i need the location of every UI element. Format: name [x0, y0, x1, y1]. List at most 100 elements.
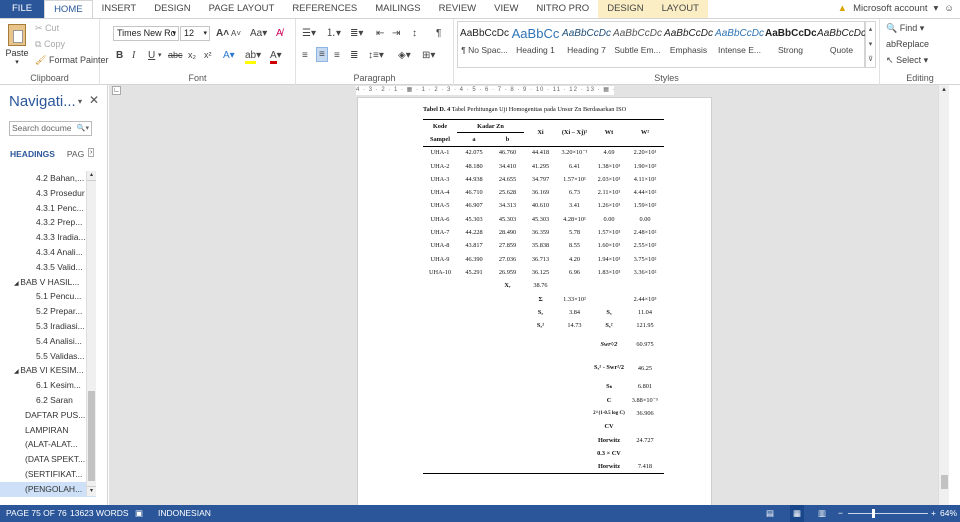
tab-review[interactable]: REVIEW [430, 0, 485, 18]
font-name-select[interactable]: Times New Ro ▾ [113, 26, 179, 41]
account-area[interactable]: ▲ Microsoft account ▾ ☺ [838, 0, 954, 18]
superscript-button[interactable]: x² [204, 49, 212, 62]
nav-heading-item[interactable]: 4.3.5 Valid... [0, 260, 96, 275]
tab-file[interactable]: FILE [0, 0, 45, 18]
subscript-button[interactable]: x₂ [188, 49, 196, 62]
tab-view[interactable]: VIEW [485, 0, 527, 18]
style-strong[interactable]: AaBbCcDc Strong [765, 23, 816, 65]
nav-heading-item[interactable]: 4.3.4 Anali... [0, 245, 96, 260]
shading-icon[interactable]: ◈▾ [398, 49, 411, 62]
tab-design[interactable]: DESIGN [145, 0, 199, 18]
zoom-slider-thumb[interactable] [872, 509, 875, 518]
nav-heading-item[interactable]: LAMPIRAN [0, 423, 96, 438]
text-effects-icon[interactable]: A▾ [223, 49, 235, 62]
font-size-select[interactable]: 12 ▾ [180, 26, 210, 41]
align-left-icon[interactable]: ≡ [302, 49, 308, 62]
zoom-in-icon[interactable]: + [931, 505, 936, 522]
nav-heading-item[interactable]: 5.1 Pencu... [0, 289, 96, 304]
document-page[interactable]: Tabel D. 4 Tabel Perhitungan Uji Homogen… [357, 97, 712, 505]
style-intense-emphasis[interactable]: AaBbCcDc Intense E... [714, 23, 765, 65]
language[interactable]: INDONESIAN [158, 505, 211, 522]
style-emphasis[interactable]: AaBbCcDc Emphasis [663, 23, 714, 65]
scrollbar-thumb[interactable] [941, 475, 948, 489]
zoom-slider[interactable] [848, 509, 928, 518]
shrink-font-button[interactable]: A˅ [231, 27, 241, 40]
nav-heading-item[interactable]: 6.2 Saran [0, 393, 96, 408]
decrease-indent-icon[interactable]: ⇤ [376, 27, 384, 40]
style-heading-7[interactable]: AaBbCcDc Heading 7 [561, 23, 612, 65]
scroll-down-icon[interactable]: ▾ [87, 486, 96, 496]
nav-heading-item[interactable]: 5.4 Analisi... [0, 334, 96, 349]
justify-icon[interactable]: ≣ [350, 49, 358, 62]
document-scrollbar[interactable]: ▴ [938, 85, 949, 505]
numbering-icon[interactable]: ⒈▾ [326, 27, 341, 40]
italic-button[interactable]: I [132, 49, 135, 62]
close-icon[interactable]: ✕ [89, 93, 99, 107]
navigation-scrollbar[interactable]: ▴ ▾ [86, 171, 96, 496]
chevron-down-icon[interactable]: ▾ [78, 97, 82, 106]
nav-heading-item[interactable]: 4.2 Bahan,... [0, 171, 96, 186]
navigation-search-input[interactable]: Search docume 🔍▾ [9, 121, 92, 136]
select-button[interactable]: ↖ Select ▾ [886, 55, 928, 66]
nav-heading-item[interactable]: (SERTIFIKAT... [0, 467, 96, 482]
find-button[interactable]: 🔍 Find ▾ [886, 23, 924, 34]
nav-heading-item[interactable]: ◢ BAB VI KESIM... [0, 363, 96, 378]
read-mode-icon[interactable]: ▤ [766, 505, 774, 522]
nav-heading-item[interactable]: 4.3.2 Prep... [0, 215, 96, 230]
horizontal-ruler[interactable]: ∟ 4 · 3 · 2 · 1 · ▦ · 1 · 2 · 3 · 4 · 5 … [109, 85, 949, 96]
print-layout-icon[interactable]: ▦ [790, 505, 805, 522]
tab-selector-icon[interactable]: ∟ [112, 86, 121, 95]
nav-heading-item[interactable]: ◢ BAB V HASIL... [0, 275, 96, 290]
chevron-right-icon[interactable]: › [88, 148, 95, 157]
nav-heading-item[interactable]: 4.3.1 Penc... [0, 201, 96, 216]
tab-table-design[interactable]: DESIGN [598, 0, 653, 18]
nav-heading-item[interactable]: (DATA SPEKT... [0, 452, 96, 467]
copy-button[interactable]: ⧉ Copy [35, 39, 65, 50]
scroll-up-icon[interactable]: ▴ [939, 85, 949, 95]
tab-home[interactable]: HOME [44, 0, 93, 18]
chevron-down-icon[interactable]: ▾ [158, 49, 162, 62]
change-case-button[interactable]: Aa▾ [250, 27, 267, 40]
tab-nitro-pro[interactable]: NITRO PRO [527, 0, 598, 18]
nav-heading-item[interactable]: 4.3 Prosedur [0, 186, 96, 201]
tab-mailings[interactable]: MAILINGS [366, 0, 429, 18]
nav-heading-item[interactable]: 5.5 Validas... [0, 349, 96, 364]
sort-icon[interactable]: ↕ [412, 27, 417, 40]
multilevel-list-icon[interactable]: ≣▾ [350, 27, 363, 40]
tab-table-layout[interactable]: LAYOUT [652, 0, 708, 18]
format-painter-button[interactable]: 🖌 Format Painter [35, 55, 108, 66]
nav-heading-item[interactable]: 6.1 Kesim... [0, 378, 96, 393]
nav-heading-item[interactable]: 4.3.3 Iradia... [0, 230, 96, 245]
tab-references[interactable]: REFERENCES [283, 0, 366, 18]
align-right-icon[interactable]: ≡ [334, 49, 340, 62]
scrollbar-thumb[interactable] [88, 391, 95, 481]
tab-insert[interactable]: INSERT [93, 0, 146, 18]
nav-heading-item[interactable]: 5.3 Iradiasi... [0, 319, 96, 334]
strikethrough-button[interactable]: abc [168, 49, 183, 62]
underline-button[interactable]: U [148, 49, 155, 62]
bold-button[interactable]: B [116, 49, 123, 62]
borders-icon[interactable]: ⊞▾ [422, 49, 435, 62]
line-spacing-icon[interactable]: ↕≡▾ [368, 49, 384, 62]
styles-scroll-buttons[interactable]: ▴ ▾ ⊽ [865, 21, 876, 68]
replace-button[interactable]: abReplace [886, 39, 929, 49]
word-count[interactable]: 13623 WORDS [70, 505, 129, 522]
show-formatting-button[interactable]: ¶ [436, 27, 441, 40]
font-color-button[interactable]: A▾ [270, 49, 282, 64]
page-count[interactable]: PAGE 75 OF 76 [6, 505, 67, 522]
tab-pages[interactable]: PAG [67, 149, 84, 159]
align-center-icon[interactable]: ≡ [316, 47, 328, 62]
scroll-up-icon[interactable]: ▴ [87, 171, 96, 181]
style-heading-1[interactable]: AaBbCc Heading 1 [510, 23, 561, 65]
nav-heading-item[interactable]: DAFTAR PUS... [0, 408, 96, 423]
nav-heading-item[interactable]: (ALAT-ALAT... [0, 437, 96, 452]
style-quote[interactable]: AaBbCcDc Quote [816, 23, 867, 65]
style-no-spacing[interactable]: AaBbCcDc ¶ No Spac... [459, 23, 510, 65]
grow-font-button[interactable]: A˄ [216, 27, 229, 40]
increase-indent-icon[interactable]: ⇥ [392, 27, 400, 40]
proofing-icon[interactable]: ▣ [135, 505, 143, 522]
paste-button[interactable]: Paste ▾ [4, 22, 30, 70]
zoom-level[interactable]: 64% [940, 505, 957, 522]
highlight-color-button[interactable]: ab▾ [245, 49, 261, 64]
tab-headings[interactable]: HEADINGS [10, 149, 55, 159]
